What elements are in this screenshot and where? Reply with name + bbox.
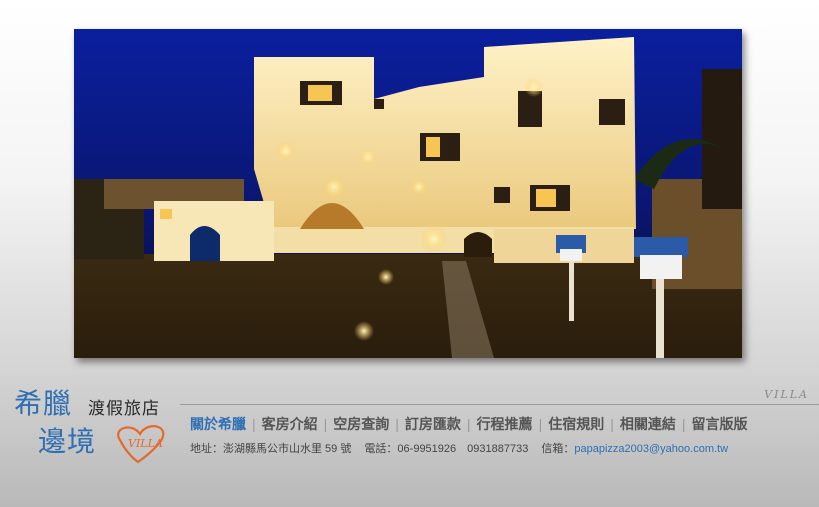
site-logo[interactable]: 希臘 渡假旅店 邊境 VILLA bbox=[12, 380, 184, 468]
email-label: 信箱： bbox=[541, 443, 575, 455]
nav-separator: | bbox=[466, 416, 471, 432]
nav-booking[interactable]: 訂房匯款 bbox=[405, 414, 461, 434]
address-text: 地址：澎湖縣馬公市山水里 59 號 bbox=[190, 443, 352, 455]
nav-availability[interactable]: 空房查詢 bbox=[333, 414, 389, 434]
logo-name-top: 希臘 bbox=[14, 387, 73, 420]
nav-separator: | bbox=[323, 416, 328, 432]
header-divider bbox=[180, 404, 819, 405]
nav-separator: | bbox=[395, 416, 399, 432]
email-link[interactable]: papapizza2003@yahoo.com.tw bbox=[574, 443, 728, 455]
contact-info: 地址：澎湖縣馬公市山水里 59 號 電話：06-9951926 09318877… bbox=[190, 440, 728, 456]
nav-rules[interactable]: 住宿規則 bbox=[548, 414, 604, 434]
nav-rooms[interactable]: 客房介紹 bbox=[262, 414, 318, 434]
heart-badge-icon: VILLA bbox=[110, 420, 174, 468]
villa-tag: VILLA bbox=[764, 388, 809, 401]
logo-badge-text: VILLA bbox=[128, 437, 163, 450]
nav-itinerary[interactable]: 行程推薦 bbox=[477, 414, 533, 434]
nav-guestbook[interactable]: 留言版版 bbox=[691, 414, 747, 434]
nav-separator: | bbox=[610, 416, 614, 432]
nav-links[interactable]: 相關連結 bbox=[620, 414, 676, 434]
nav-separator: | bbox=[538, 416, 543, 432]
logo-subtitle: 渡假旅店 bbox=[88, 399, 160, 419]
nav-about[interactable]: 關於希臘 bbox=[190, 414, 246, 434]
main-nav: 關於希臘 | 客房介紹 | 空房查詢 | 訂房匯款 | 行程推薦 | 住宿規則 … bbox=[190, 414, 747, 434]
logo-name-bottom: 邊境 bbox=[38, 425, 97, 458]
nav-separator: | bbox=[681, 416, 686, 432]
phone-text: 電話：06-9951926 0931887733 bbox=[364, 443, 529, 455]
nav-separator: | bbox=[252, 416, 256, 432]
hero-photo bbox=[74, 29, 742, 358]
